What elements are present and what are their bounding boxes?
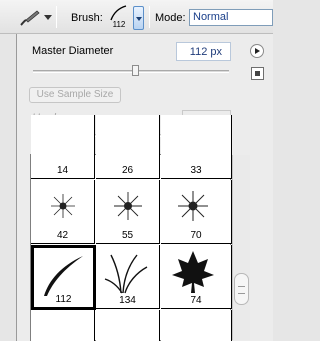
brush-grid-scrollbar[interactable] — [232, 155, 250, 340]
brush-size: 112 — [55, 294, 72, 305]
brush-preset[interactable] — [96, 310, 160, 341]
brush-size: 14 — [56, 165, 69, 176]
master-diameter-label: Master Diameter — [32, 45, 114, 57]
brush-preset[interactable] — [161, 310, 232, 341]
grass-brush-icon — [104, 254, 148, 294]
options-bar: Brush: 112 Mode: Normal — [0, 0, 273, 34]
separator — [149, 6, 150, 28]
maple-leaf-brush-icon — [172, 251, 214, 293]
brush-label: Brush: — [71, 12, 103, 24]
brush-size: 134 — [119, 295, 136, 306]
brush-size: 70 — [190, 230, 202, 241]
brush-preset[interactable]: 42 — [31, 180, 95, 244]
brush-size: 55 — [121, 230, 134, 241]
brush-size-preview: 112 — [112, 20, 126, 29]
star-burst-brush-icon — [178, 191, 208, 221]
brush-preset[interactable]: 26 — [96, 115, 160, 179]
brush-size: 74 — [190, 295, 202, 306]
curved-stroke-brush-icon — [44, 256, 83, 296]
brush-picker-dropdown-button[interactable] — [133, 6, 144, 30]
brush-tool-icon[interactable] — [18, 8, 42, 28]
tool-preset-dropdown-icon[interactable] — [44, 15, 52, 20]
master-diameter-value: 112 px — [189, 46, 222, 58]
mode-label: Mode: — [155, 12, 186, 24]
mode-select[interactable]: Normal — [189, 9, 273, 26]
brush-preset[interactable]: 55 — [96, 180, 160, 244]
separator — [56, 6, 57, 28]
brush-preset[interactable]: 14 — [31, 115, 95, 179]
master-diameter-slider-thumb[interactable] — [132, 65, 139, 76]
brush-size: 26 — [121, 165, 134, 176]
brush-preset[interactable] — [31, 310, 95, 341]
brush-preset-selected[interactable]: 112 — [31, 245, 96, 310]
brush-preset[interactable]: 134 — [96, 245, 160, 309]
brush-picker-panel: Master Diameter 112 px Use Sample Size H… — [16, 34, 273, 341]
brush-preset[interactable]: 33 — [161, 115, 232, 179]
panel-menu-arrow-icon[interactable] — [250, 44, 264, 58]
brush-preset[interactable]: 70 — [161, 180, 232, 244]
master-diameter-slider[interactable] — [33, 70, 229, 73]
use-sample-size-button[interactable]: Use Sample Size — [29, 87, 121, 103]
mode-value: Normal — [193, 11, 229, 23]
new-preset-icon[interactable] — [251, 67, 264, 80]
scrollbar-thumb[interactable] — [234, 273, 249, 305]
brush-size: 42 — [56, 230, 69, 241]
star-burst-brush-icon — [51, 194, 75, 218]
brush-preset-grid: 14 26 33 42 55 70 112 134 74 — [30, 115, 250, 341]
master-diameter-field[interactable]: 112 px — [176, 42, 231, 61]
brush-size: 33 — [190, 165, 202, 176]
star-burst-brush-icon — [114, 192, 142, 220]
brush-preset[interactable]: 74 — [161, 245, 232, 309]
